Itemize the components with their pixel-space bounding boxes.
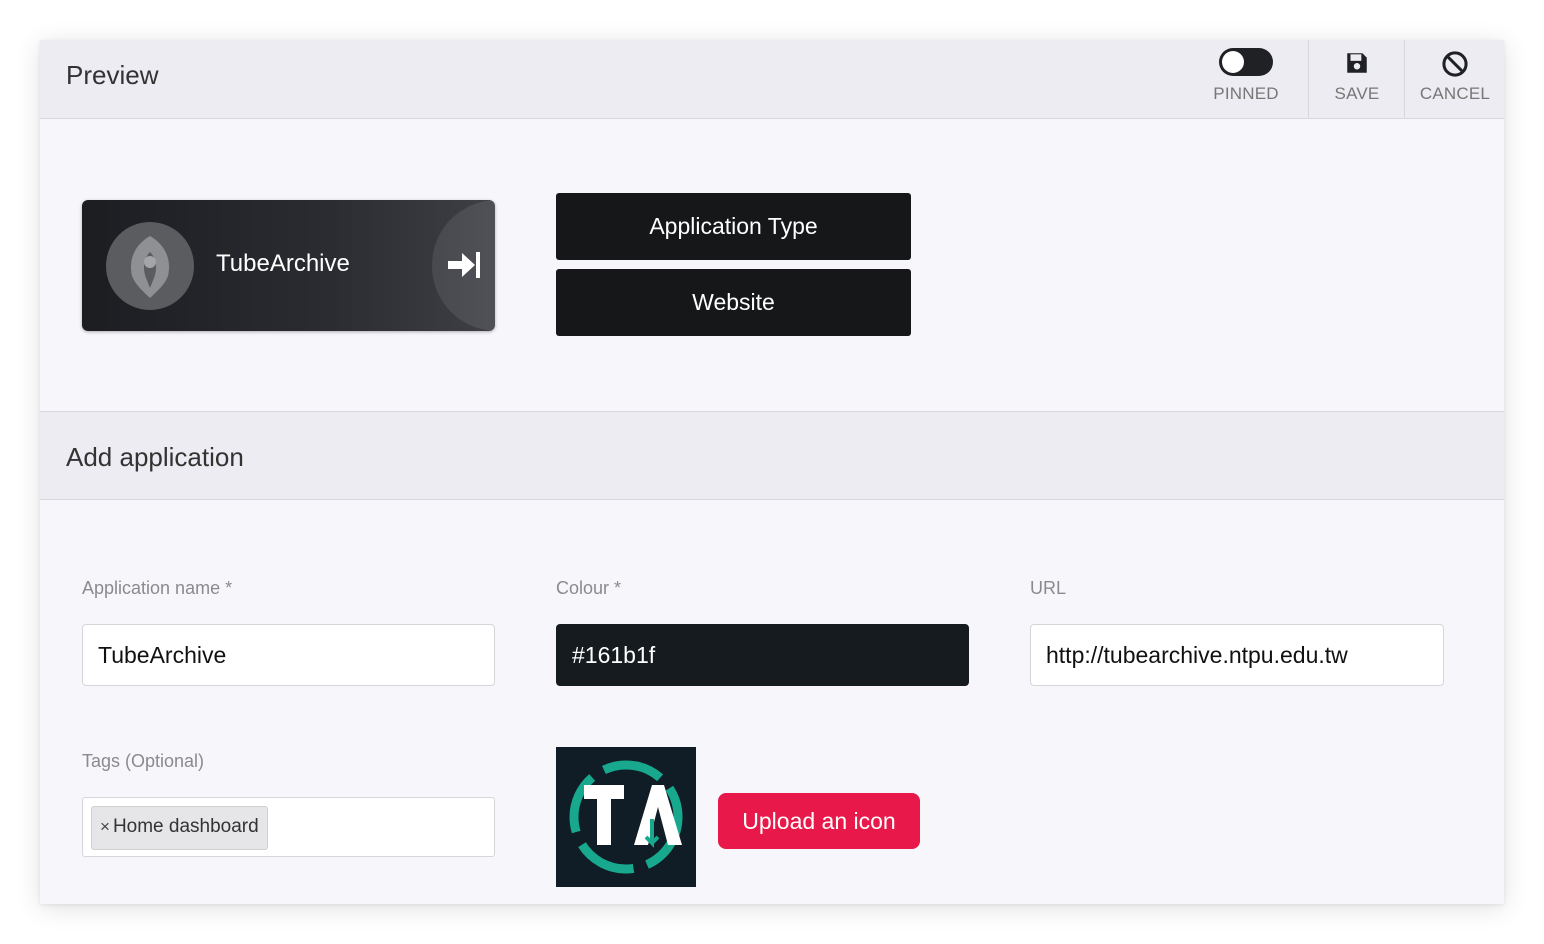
toggle-switch-icon[interactable] xyxy=(1219,48,1273,76)
section-title: Add application xyxy=(66,442,244,472)
url-input[interactable]: http://tubearchive.ntpu.edu.tw xyxy=(1030,624,1444,686)
application-name-input[interactable]: TubeArchive xyxy=(82,624,495,686)
app-icon-preview xyxy=(556,747,696,887)
pinned-toggle-button[interactable]: PINNED xyxy=(1200,40,1292,118)
cancel-label: CANCEL xyxy=(1419,84,1491,103)
arrow-to-right-icon xyxy=(448,252,480,278)
application-preview-tile[interactable]: TubeArchive xyxy=(82,200,495,331)
cancel-icon xyxy=(1441,50,1469,83)
colour-label: Colour * xyxy=(556,578,622,598)
colour-input[interactable]: #161b1f xyxy=(556,624,969,686)
preview-header: Preview PINNED SAVE CANCEL xyxy=(40,40,1504,119)
tag-label: Home dashboard xyxy=(112,816,259,837)
header-divider xyxy=(1404,40,1405,118)
header-divider xyxy=(1308,40,1309,118)
website-button[interactable]: Website xyxy=(556,269,911,336)
upload-icon-button[interactable]: Upload an icon xyxy=(718,793,920,849)
save-button[interactable]: SAVE xyxy=(1310,40,1404,118)
application-editor-card: Preview PINNED SAVE CANCEL TubeArchive A… xyxy=(40,40,1504,904)
open-app-area[interactable] xyxy=(432,200,495,331)
application-name-label: Application name * xyxy=(82,578,233,598)
application-type-button[interactable]: Application Type xyxy=(556,193,911,260)
app-logo xyxy=(106,222,194,310)
url-label: URL xyxy=(1030,578,1067,598)
tag-chip: × Home dashboard xyxy=(91,806,268,850)
cancel-button[interactable]: CANCEL xyxy=(1406,40,1504,118)
remove-tag-icon[interactable]: × xyxy=(100,817,110,836)
add-application-section-header: Add application xyxy=(40,411,1504,500)
save-icon xyxy=(1344,50,1370,81)
page-title: Preview xyxy=(66,60,159,90)
app-tile-name: TubeArchive xyxy=(216,250,350,277)
tags-label: Tags (Optional) xyxy=(82,751,205,771)
pinned-label: PINNED xyxy=(1213,84,1279,103)
save-label: SAVE xyxy=(1334,84,1380,103)
tags-input[interactable]: × Home dashboard xyxy=(82,797,495,857)
